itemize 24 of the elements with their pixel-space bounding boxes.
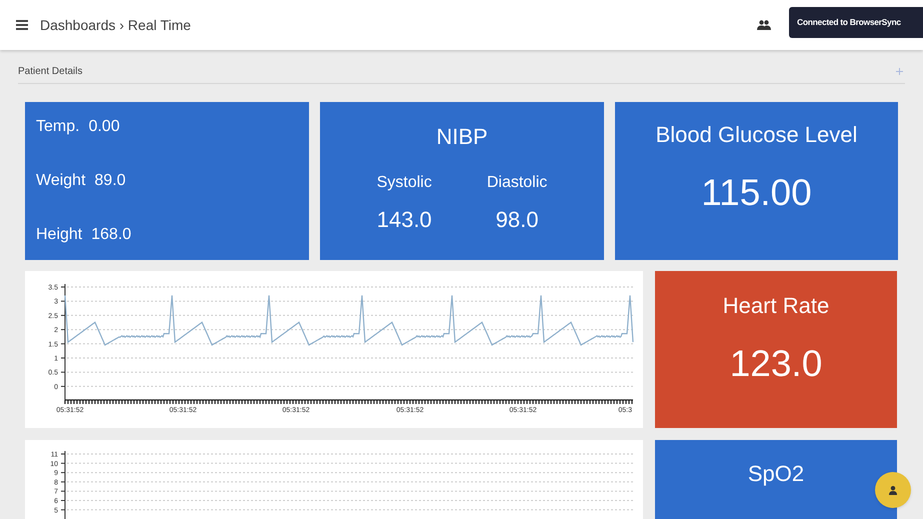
card-title: Heart Rate xyxy=(722,292,830,320)
people-icon[interactable] xyxy=(757,20,771,30)
reading-value: 98.0 xyxy=(496,206,538,234)
y-axis xyxy=(60,450,66,519)
vital-value: 168.0 xyxy=(91,225,132,245)
vital-value: 0.00 xyxy=(88,117,120,137)
toast-message: Connected to BrowserSync xyxy=(789,7,923,38)
vital-value: 89.0 xyxy=(94,171,126,191)
fab-button[interactable] xyxy=(875,472,911,508)
person-icon xyxy=(889,486,897,494)
card-value: 115.00 xyxy=(701,171,812,215)
breadcrumb: Dashboards › Real Time xyxy=(40,16,191,34)
card-value: 123.0 xyxy=(730,342,822,386)
vital-label: Weight xyxy=(36,171,86,191)
card-title: NIBP xyxy=(436,123,488,151)
vital-label: Height xyxy=(36,225,82,245)
menu-icon[interactable] xyxy=(16,20,28,30)
reading-label: Diastolic xyxy=(486,173,548,193)
reading-label: Systolic xyxy=(376,173,432,193)
reading-value: 143.0 xyxy=(376,206,432,234)
vital-label: Temp. xyxy=(36,117,80,137)
section-title: Patient Details xyxy=(18,65,82,79)
card-title: Blood Glucose Level xyxy=(656,121,858,149)
card-title: SpO2 xyxy=(748,460,804,488)
